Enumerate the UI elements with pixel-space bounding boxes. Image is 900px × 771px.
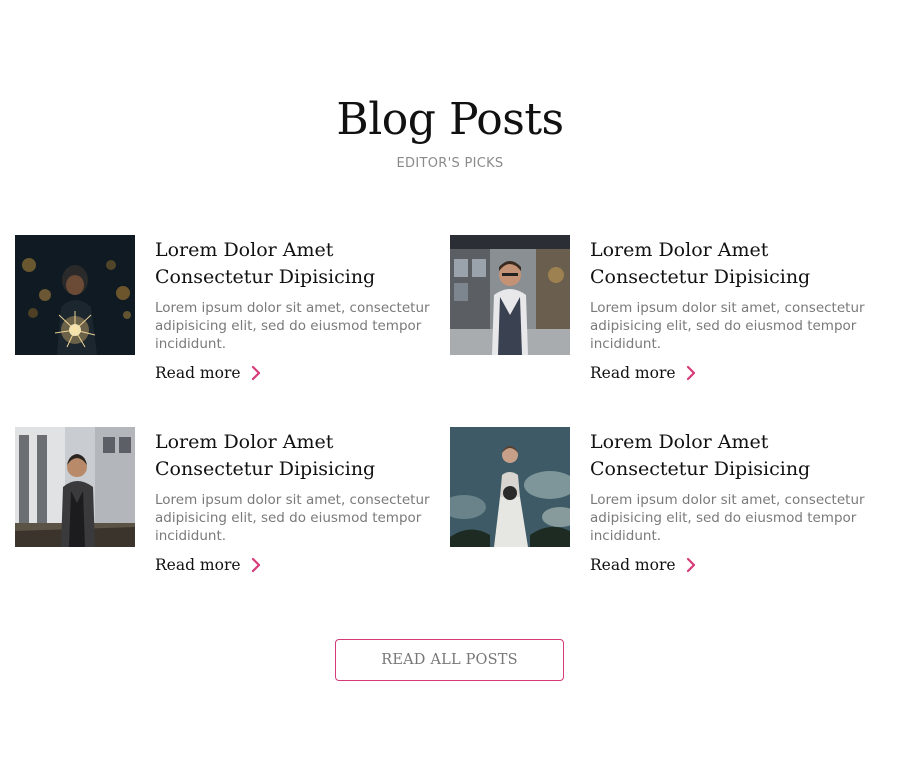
post-title-line: Consectetur Dipisicing xyxy=(590,458,811,480)
read-all-posts-button[interactable]: READ ALL POSTS xyxy=(335,639,564,681)
post-excerpt: Lorem ipsum dolor sit amet, consectetur … xyxy=(590,492,865,544)
post-title-line: Consectetur Dipisicing xyxy=(155,458,376,480)
post-content: Lorem Dolor Amet Consectetur Dipisicing … xyxy=(155,235,435,382)
blog-post-card: Lorem Dolor Amet Consectetur Dipisicing … xyxy=(450,427,885,574)
read-more-label: Read more xyxy=(155,556,241,574)
post-title-line: Lorem Dolor Amet xyxy=(590,431,769,453)
blog-post-card: Lorem Dolor Amet Consectetur Dipisicing … xyxy=(450,235,885,382)
chevron-right-icon xyxy=(251,365,260,381)
chevron-right-icon xyxy=(251,557,260,573)
post-thumbnail[interactable] xyxy=(450,427,570,547)
blog-post-card: Lorem Dolor Amet Consectetur Dipisicing … xyxy=(15,235,450,382)
post-title[interactable]: Lorem Dolor Amet Consectetur Dipisicing xyxy=(590,429,870,483)
man-in-jacket-building-photo xyxy=(15,427,135,547)
post-title-line: Lorem Dolor Amet xyxy=(155,239,334,261)
page-subtitle: EDITOR'S PICKS xyxy=(396,156,504,171)
chevron-right-icon xyxy=(686,557,695,573)
post-title[interactable]: Lorem Dolor Amet Consectetur Dipisicing xyxy=(155,237,435,291)
blog-post-card: Lorem Dolor Amet Consectetur Dipisicing … xyxy=(15,427,450,574)
bride-with-bouquet-photo xyxy=(450,427,570,547)
person-with-sparkler-photo xyxy=(15,235,135,355)
blog-posts-grid: Lorem Dolor Amet Consectetur Dipisicing … xyxy=(15,235,885,574)
post-title-line: Consectetur Dipisicing xyxy=(155,266,376,288)
read-more-label: Read more xyxy=(590,364,676,382)
read-more-link[interactable]: Read more xyxy=(590,364,870,382)
post-thumbnail[interactable] xyxy=(15,235,135,355)
post-content: Lorem Dolor Amet Consectetur Dipisicing … xyxy=(590,427,870,574)
man-in-vest-street-photo xyxy=(450,235,570,355)
post-thumbnail[interactable] xyxy=(15,427,135,547)
post-title-line: Lorem Dolor Amet xyxy=(590,239,769,261)
read-more-label: Read more xyxy=(155,364,241,382)
read-more-link[interactable]: Read more xyxy=(590,556,870,574)
post-excerpt: Lorem ipsum dolor sit amet, consectetur … xyxy=(155,300,430,352)
section-header: Blog Posts EDITOR'S PICKS xyxy=(0,92,900,171)
read-more-label: Read more xyxy=(590,556,676,574)
page-title: Blog Posts xyxy=(336,94,564,145)
read-all-posts-wrapper: READ ALL POSTS xyxy=(335,639,564,681)
post-title-line: Lorem Dolor Amet xyxy=(155,431,334,453)
post-thumbnail[interactable] xyxy=(450,235,570,355)
chevron-right-icon xyxy=(686,365,695,381)
post-title[interactable]: Lorem Dolor Amet Consectetur Dipisicing xyxy=(590,237,870,291)
post-excerpt: Lorem ipsum dolor sit amet, consectetur … xyxy=(155,492,430,544)
read-more-link[interactable]: Read more xyxy=(155,364,435,382)
read-more-link[interactable]: Read more xyxy=(155,556,435,574)
post-content: Lorem Dolor Amet Consectetur Dipisicing … xyxy=(590,235,870,382)
post-title-line: Consectetur Dipisicing xyxy=(590,266,811,288)
post-title[interactable]: Lorem Dolor Amet Consectetur Dipisicing xyxy=(155,429,435,483)
post-content: Lorem Dolor Amet Consectetur Dipisicing … xyxy=(155,427,435,574)
post-excerpt: Lorem ipsum dolor sit amet, consectetur … xyxy=(590,300,865,352)
